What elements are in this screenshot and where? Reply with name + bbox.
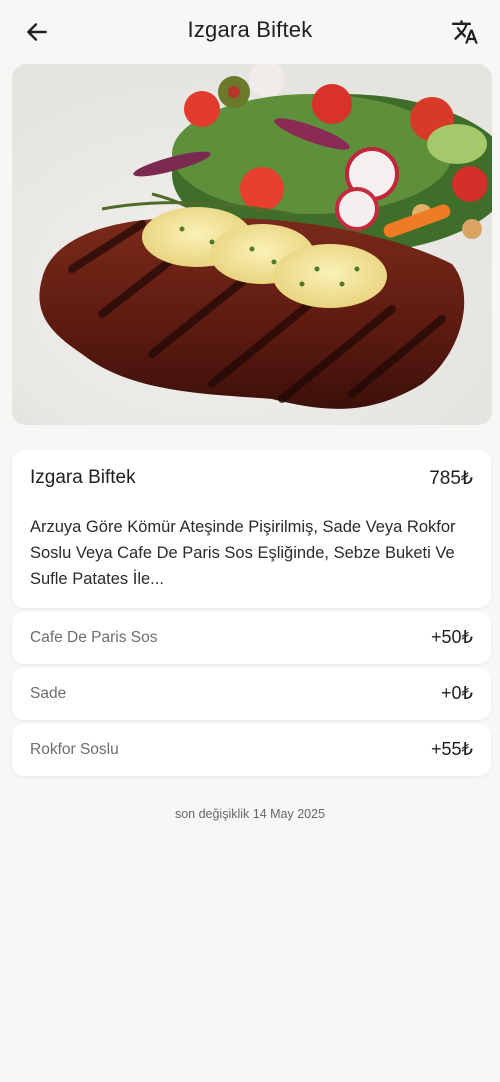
option-label: Sade [30, 685, 67, 702]
item-description: Arzuya Göre Kömür Ateşinde Pişirilmiş, S… [30, 518, 456, 588]
option-row[interactable]: Cafe De Paris Sos +50₺ [12, 612, 491, 664]
option-price: +50₺ [431, 627, 473, 647]
page-title: Izgara Biftek [187, 17, 313, 42]
last-modified-text: son değişiklik 14 May 2025 [174, 807, 326, 821]
option-price: +55₺ [431, 739, 473, 759]
translate-button[interactable] [446, 14, 484, 50]
translate-icon [452, 20, 478, 44]
option-row[interactable]: Sade +0₺ [12, 668, 491, 720]
option-label: Rokfor Soslu [30, 741, 119, 758]
dish-photo [12, 64, 492, 425]
top-bar: Izgara Biftek [0, 0, 500, 64]
option-price: +0₺ [441, 683, 473, 703]
item-card: Izgara Biftek 785₺ Arzuya Göre Kömür Ate… [12, 450, 491, 608]
item-price: 785₺ [429, 468, 473, 489]
item-name: Izgara Biftek [30, 467, 136, 488]
option-label: Cafe De Paris Sos [30, 629, 158, 646]
option-row[interactable]: Rokfor Soslu +55₺ [12, 724, 491, 776]
